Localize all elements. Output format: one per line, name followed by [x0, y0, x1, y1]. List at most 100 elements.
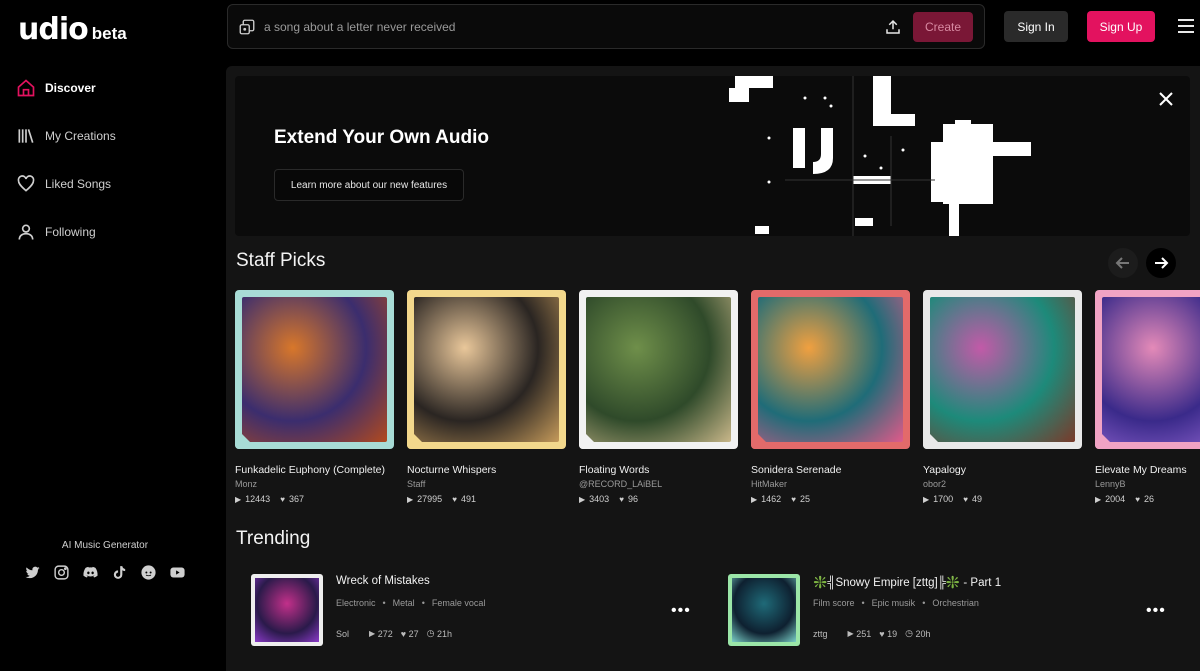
reddit-icon[interactable]: [139, 563, 158, 582]
tag[interactable]: Orchestrian: [932, 598, 979, 608]
song-title[interactable]: Elevate My Dreams: [1095, 464, 1200, 476]
song-card[interactable]: Sonidera Serenade HitMaker ▶ 1462 ♥ 25: [751, 290, 911, 504]
song-title[interactable]: Yapalogy: [923, 464, 1083, 476]
play-count: 1462: [761, 494, 782, 504]
arrow-right-icon: [1155, 257, 1169, 269]
social-links: [0, 563, 210, 582]
play-count: 1700: [933, 494, 954, 504]
udio-logo[interactable]: udio beta: [18, 12, 127, 47]
play-icon: ▶: [1095, 494, 1102, 504]
song-cover[interactable]: [751, 290, 910, 449]
close-banner-icon[interactable]: [1158, 91, 1174, 107]
play-count: 3403: [589, 494, 610, 504]
discord-icon[interactable]: [81, 563, 100, 582]
sign-in-button[interactable]: Sign In: [1004, 11, 1068, 42]
like-count: 25: [799, 494, 810, 504]
song-cover[interactable]: [579, 290, 738, 449]
song-artist[interactable]: HitMaker: [751, 479, 911, 489]
home-icon: [17, 79, 35, 97]
tiktok-icon[interactable]: [110, 563, 129, 582]
sidebar-footer: AI Music Generator: [0, 540, 210, 582]
song-meta: zttg ▶ 251 ♥ 19 ◷ 20h: [813, 628, 931, 639]
sidebar-item-liked-songs[interactable]: Liked Songs: [16, 172, 116, 196]
instagram-icon[interactable]: [52, 563, 71, 582]
learn-more-button[interactable]: Learn more about our new features: [274, 169, 464, 201]
play-count: 12443: [245, 494, 271, 504]
song-card[interactable]: Yapalogy obor2 ▶ 1700 ♥ 49: [923, 290, 1083, 504]
song-artist[interactable]: Sol: [336, 629, 349, 639]
play-icon: ▶: [579, 494, 586, 504]
song-artist[interactable]: obor2: [923, 479, 1083, 489]
youtube-icon[interactable]: [168, 563, 187, 582]
heart-icon: ♥: [1135, 494, 1140, 504]
song-title[interactable]: Funkadelic Euphony (Complete): [235, 464, 395, 476]
clock-icon: ◷: [905, 628, 913, 638]
like-count: 96: [627, 494, 638, 504]
user-icon: [18, 224, 34, 240]
play-count: 2004: [1105, 494, 1126, 504]
sidebar: udio beta Discover My Creations Liked So…: [0, 0, 222, 671]
song-card[interactable]: Floating Words @RECORD_LAiBEL ▶ 3403 ♥ 96: [579, 290, 739, 504]
sidebar-item-my-creations[interactable]: My Creations: [16, 124, 116, 148]
main-content: Extend Your Own Audio Learn more about o…: [226, 66, 1200, 671]
play-icon: ▶: [407, 494, 414, 504]
more-options-icon[interactable]: •••: [1146, 602, 1166, 620]
song-cover[interactable]: [407, 290, 566, 449]
heart-icon: ♥: [963, 494, 968, 504]
sidebar-item-label: Discover: [45, 81, 96, 95]
like-count: 367: [288, 494, 304, 504]
play-icon: ▶: [847, 629, 854, 638]
trending-item[interactable]: ❇️╣Snowy Empire [zttg]╠❇️ - Part 1 Film …: [728, 574, 1178, 649]
song-title[interactable]: Nocturne Whispers: [407, 464, 567, 476]
tag[interactable]: Epic musik: [872, 598, 916, 608]
carousel-next-button[interactable]: [1146, 248, 1176, 278]
twitter-icon[interactable]: [23, 563, 42, 582]
play-count: 251: [856, 628, 872, 639]
like-count: 26: [1143, 494, 1154, 504]
song-cover[interactable]: [728, 574, 800, 646]
song-cover[interactable]: [251, 574, 323, 646]
prompt-input[interactable]: [264, 15, 864, 39]
more-options-icon[interactable]: •••: [671, 602, 691, 620]
song-artist[interactable]: Staff: [407, 479, 567, 489]
song-title[interactable]: Floating Words: [579, 464, 739, 476]
song-artist[interactable]: zttg: [813, 629, 828, 639]
trending-title: Trending: [236, 528, 311, 549]
play-icon: ▶: [369, 629, 376, 638]
tag[interactable]: Electronic: [336, 598, 376, 608]
heart-icon: [17, 175, 35, 192]
create-button[interactable]: Create: [913, 12, 973, 42]
song-cover[interactable]: [235, 290, 394, 449]
library-icon: [18, 129, 34, 143]
dice-icon[interactable]: [238, 18, 256, 36]
song-title[interactable]: ❇️╣Snowy Empire [zttg]╠❇️ - Part 1: [813, 575, 1001, 589]
song-artist[interactable]: @RECORD_LAiBEL: [579, 479, 739, 489]
tag[interactable]: Film score: [813, 598, 855, 608]
trending-item[interactable]: Wreck of Mistakes Electronic • Metal • Femal…: [251, 574, 701, 649]
song-artist[interactable]: LennyB: [1095, 479, 1200, 489]
song-cover[interactable]: [1095, 290, 1200, 449]
carousel-prev-button[interactable]: [1108, 248, 1138, 278]
tag[interactable]: Metal: [393, 598, 415, 608]
upload-icon[interactable]: [884, 18, 902, 36]
song-artist[interactable]: Monz: [235, 479, 395, 489]
song-card[interactable]: Elevate My Dreams LennyB ▶ 2004 ♥ 26: [1095, 290, 1200, 504]
sidebar-item-label: Liked Songs: [45, 177, 112, 191]
tag[interactable]: Female vocal: [432, 598, 486, 608]
banner-title: Extend Your Own Audio: [274, 127, 489, 148]
play-icon: ▶: [751, 494, 758, 504]
song-title[interactable]: Wreck of Mistakes: [336, 575, 430, 587]
song-card[interactable]: Nocturne Whispers Staff ▶ 27995 ♥ 491: [407, 290, 567, 504]
feature-banner: Extend Your Own Audio Learn more about o…: [235, 76, 1190, 236]
sidebar-item-discover[interactable]: Discover: [16, 76, 116, 100]
song-cover[interactable]: [923, 290, 1082, 449]
song-card[interactable]: Funkadelic Euphony (Complete) Monz ▶ 1244…: [235, 290, 395, 504]
banner-glitch-art: [725, 76, 1045, 236]
song-title[interactable]: Sonidera Serenade: [751, 464, 911, 476]
heart-icon: ♥: [400, 628, 407, 639]
hamburger-menu-icon[interactable]: [1177, 18, 1195, 34]
staff-picks-carousel: Funkadelic Euphony (Complete) Monz ▶ 1244…: [235, 290, 1200, 510]
logo-beta: beta: [91, 24, 127, 43]
sidebar-item-following[interactable]: Following: [16, 220, 116, 244]
sign-up-button[interactable]: Sign Up: [1087, 11, 1155, 42]
